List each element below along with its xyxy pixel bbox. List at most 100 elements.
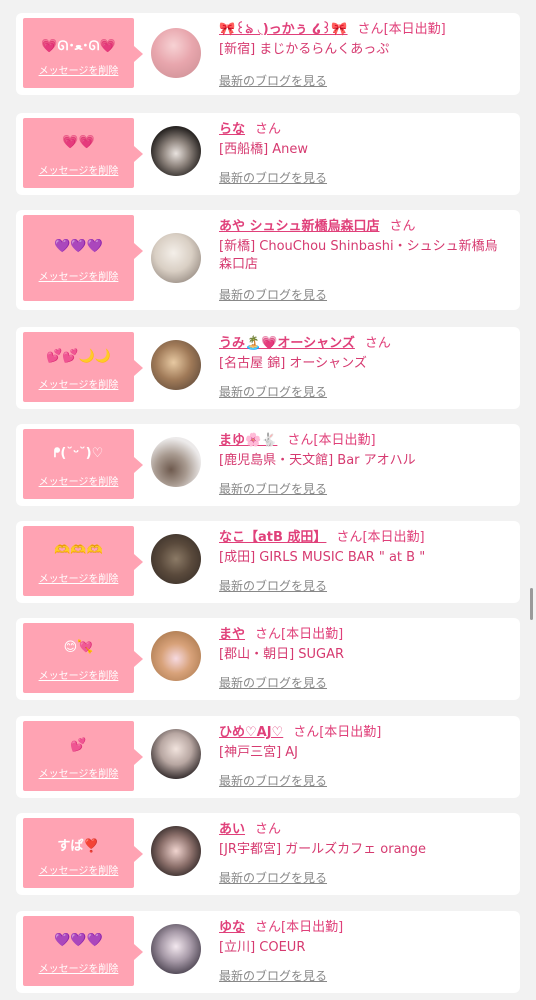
- latest-blog-link[interactable]: 最新のブログを見る: [219, 577, 327, 594]
- cast-name-link[interactable]: ゆな: [219, 920, 245, 935]
- message-card: 💗💗 メッセージを削除 らな さん [西船橋] Anew 最新のブログを見る: [16, 113, 520, 195]
- message-text: 💕: [70, 738, 87, 753]
- shop-name: [鹿児島県・天文館] Bar アオハル: [219, 453, 416, 468]
- honorific: さん: [357, 22, 384, 37]
- message-card: 💜💜💜 メッセージを削除 ゆな さん[本日出勤] [立川] COEUR 最新のブロ…: [16, 911, 520, 993]
- cast-name-link[interactable]: うみ🏝️💗オーシャンズ: [219, 336, 355, 351]
- message-card: 💗ᘏ･ﻌ･ᘏ💗 メッセージを削除 🎀꒰ঌ ◟)っかぅ ໒꒱🎀 さん[本日出勤] […: [16, 13, 520, 95]
- cast-name-link[interactable]: あや シュシュ新橋烏森口店: [219, 219, 380, 234]
- message-card: ᖰ(˘ᵕ˘)♡ メッセージを削除 まゆ🌸🐇 さん[本日出勤] [鹿児島県・天文館]…: [16, 424, 520, 506]
- message-bubble: 💜💜💜 メッセージを削除: [23, 215, 143, 301]
- avatar[interactable]: [151, 340, 201, 390]
- honorific: さん: [293, 725, 320, 740]
- working-status: [本日出勤]: [362, 530, 425, 545]
- avatar[interactable]: [151, 924, 201, 974]
- message-text: 💗ᘏ･ﻌ･ᘏ💗: [41, 39, 116, 54]
- message-card: 😊💘 メッセージを削除 まや さん[本日出勤] [郡山・朝日] SUGAR 最新の…: [16, 618, 520, 700]
- shop-name: [名古屋 錦] オーシャンズ: [219, 356, 367, 371]
- avatar[interactable]: [151, 729, 201, 779]
- cast-info: なこ【atB 成田】 さん[本日出勤] [成田] GIRLS MUSIC BAR …: [219, 528, 510, 567]
- message-text: 💜💜💜: [54, 933, 103, 948]
- avatar[interactable]: [151, 233, 201, 283]
- avatar[interactable]: [151, 126, 201, 176]
- avatar[interactable]: [151, 28, 201, 78]
- latest-blog-link[interactable]: 最新のブログを見る: [219, 674, 327, 691]
- shop-name: [JR宇都宮] ガールズカフェ orange: [219, 842, 427, 857]
- latest-blog-link[interactable]: 最新のブログを見る: [219, 72, 327, 89]
- latest-blog-link[interactable]: 最新のブログを見る: [219, 480, 327, 497]
- message-bubble: ᖰ(˘ᵕ˘)♡ メッセージを削除: [23, 429, 143, 499]
- cast-info: らな さん [西船橋] Anew: [219, 120, 510, 159]
- honorific: さん: [255, 627, 282, 642]
- delete-message-button[interactable]: メッセージを削除: [23, 62, 134, 77]
- message-card: すぱ❣️ メッセージを削除 あい さん [JR宇都宮] ガールズカフェ orang…: [16, 813, 520, 895]
- cast-info: あや シュシュ新橋烏森口店 さん [新橋] ChouChou Shinbashi・…: [219, 217, 510, 274]
- delete-message-button[interactable]: メッセージを削除: [23, 667, 134, 682]
- latest-blog-link[interactable]: 最新のブログを見る: [219, 286, 327, 303]
- message-card: 💜💜💜 メッセージを削除 あや シュシュ新橋烏森口店 さん [新橋] ChouCh…: [16, 210, 520, 310]
- message-text: 💗💗: [62, 135, 95, 150]
- honorific: さん: [255, 122, 282, 137]
- message-text: 🫶🫶🫶: [54, 543, 103, 558]
- shop-name: [新宿] まじかるらんくあっぷ: [219, 42, 390, 57]
- message-bubble: 💗ᘏ･ﻌ･ᘏ💗 メッセージを削除: [23, 18, 143, 88]
- latest-blog-link[interactable]: 最新のブログを見る: [219, 169, 327, 186]
- cast-name-link[interactable]: あい: [219, 822, 245, 837]
- cast-name-link[interactable]: 🎀꒰ঌ ◟)っかぅ ໒꒱🎀: [219, 22, 348, 37]
- honorific: さん: [255, 822, 282, 837]
- delete-message-button[interactable]: メッセージを削除: [23, 473, 134, 488]
- cast-info: まゆ🌸🐇 さん[本日出勤] [鹿児島県・天文館] Bar アオハル: [219, 431, 510, 470]
- shop-name: [西船橋] Anew: [219, 142, 309, 157]
- message-card: 🫶🫶🫶 メッセージを削除 なこ【atB 成田】 さん[本日出勤] [成田] GIR…: [16, 521, 520, 603]
- delete-message-button[interactable]: メッセージを削除: [23, 862, 134, 877]
- message-text: 😊💘: [63, 640, 94, 655]
- honorific: さん: [287, 433, 314, 448]
- message-card: 💕💕🌙🌙 メッセージを削除 うみ🏝️💗オーシャンズ さん [名古屋 錦] オーシャ…: [16, 327, 520, 409]
- cast-name-link[interactable]: なこ【atB 成田】: [219, 530, 326, 545]
- delete-message-button[interactable]: メッセージを削除: [23, 268, 134, 283]
- cast-info: ゆな さん[本日出勤] [立川] COEUR: [219, 918, 510, 957]
- delete-message-button[interactable]: メッセージを削除: [23, 162, 134, 177]
- shop-name: [新橋] ChouChou Shinbashi・シュシュ新橋烏森口店: [219, 239, 498, 272]
- working-status: [本日出勤]: [383, 22, 446, 37]
- delete-message-button[interactable]: メッセージを削除: [23, 376, 134, 391]
- working-status: [本日出勤]: [281, 920, 344, 935]
- latest-blog-link[interactable]: 最新のブログを見る: [219, 772, 327, 789]
- working-status: [本日出勤]: [319, 725, 382, 740]
- cast-info: まや さん[本日出勤] [郡山・朝日] SUGAR: [219, 625, 510, 664]
- message-bubble: 😊💘 メッセージを削除: [23, 623, 143, 693]
- message-bubble: すぱ❣️ メッセージを削除: [23, 818, 143, 888]
- cast-info: ひめ♡AJ♡ さん[本日出勤] [神戸三宮] AJ: [219, 723, 510, 762]
- shop-name: [神戸三宮] AJ: [219, 745, 299, 760]
- message-bubble: 💕💕🌙🌙 メッセージを削除: [23, 332, 143, 402]
- cast-name-link[interactable]: まや: [219, 627, 245, 642]
- honorific: さん: [336, 530, 363, 545]
- honorific: さん: [389, 219, 416, 234]
- latest-blog-link[interactable]: 最新のブログを見る: [219, 869, 327, 886]
- avatar[interactable]: [151, 534, 201, 584]
- honorific: さん: [255, 920, 282, 935]
- scrollbar[interactable]: [530, 588, 533, 620]
- message-text: 💜💜💜: [54, 239, 103, 254]
- avatar[interactable]: [151, 631, 201, 681]
- delete-message-button[interactable]: メッセージを削除: [23, 960, 134, 975]
- cast-info: 🎀꒰ঌ ◟)っかぅ ໒꒱🎀 さん[本日出勤] [新宿] まじかるらんくあっぷ: [219, 20, 510, 59]
- cast-name-link[interactable]: ひめ♡AJ♡: [219, 725, 283, 740]
- working-status: [本日出勤]: [313, 433, 376, 448]
- latest-blog-link[interactable]: 最新のブログを見る: [219, 967, 327, 984]
- shop-name: [成田] GIRLS MUSIC BAR " at B ": [219, 550, 426, 565]
- message-bubble: 💕 メッセージを削除: [23, 721, 143, 791]
- cast-name-link[interactable]: まゆ🌸🐇: [219, 433, 277, 448]
- delete-message-button[interactable]: メッセージを削除: [23, 570, 134, 585]
- message-bubble: 💜💜💜 メッセージを削除: [23, 916, 143, 986]
- shop-name: [立川] COEUR: [219, 940, 306, 955]
- latest-blog-link[interactable]: 最新のブログを見る: [219, 383, 327, 400]
- cast-name-link[interactable]: らな: [219, 122, 245, 137]
- message-text: すぱ❣️: [57, 839, 100, 854]
- delete-message-button[interactable]: メッセージを削除: [23, 765, 134, 780]
- avatar[interactable]: [151, 826, 201, 876]
- cast-info: うみ🏝️💗オーシャンズ さん [名古屋 錦] オーシャンズ: [219, 334, 510, 373]
- shop-name: [郡山・朝日] SUGAR: [219, 647, 345, 662]
- avatar[interactable]: [151, 437, 201, 487]
- message-text: ᖰ(˘ᵕ˘)♡: [53, 446, 104, 461]
